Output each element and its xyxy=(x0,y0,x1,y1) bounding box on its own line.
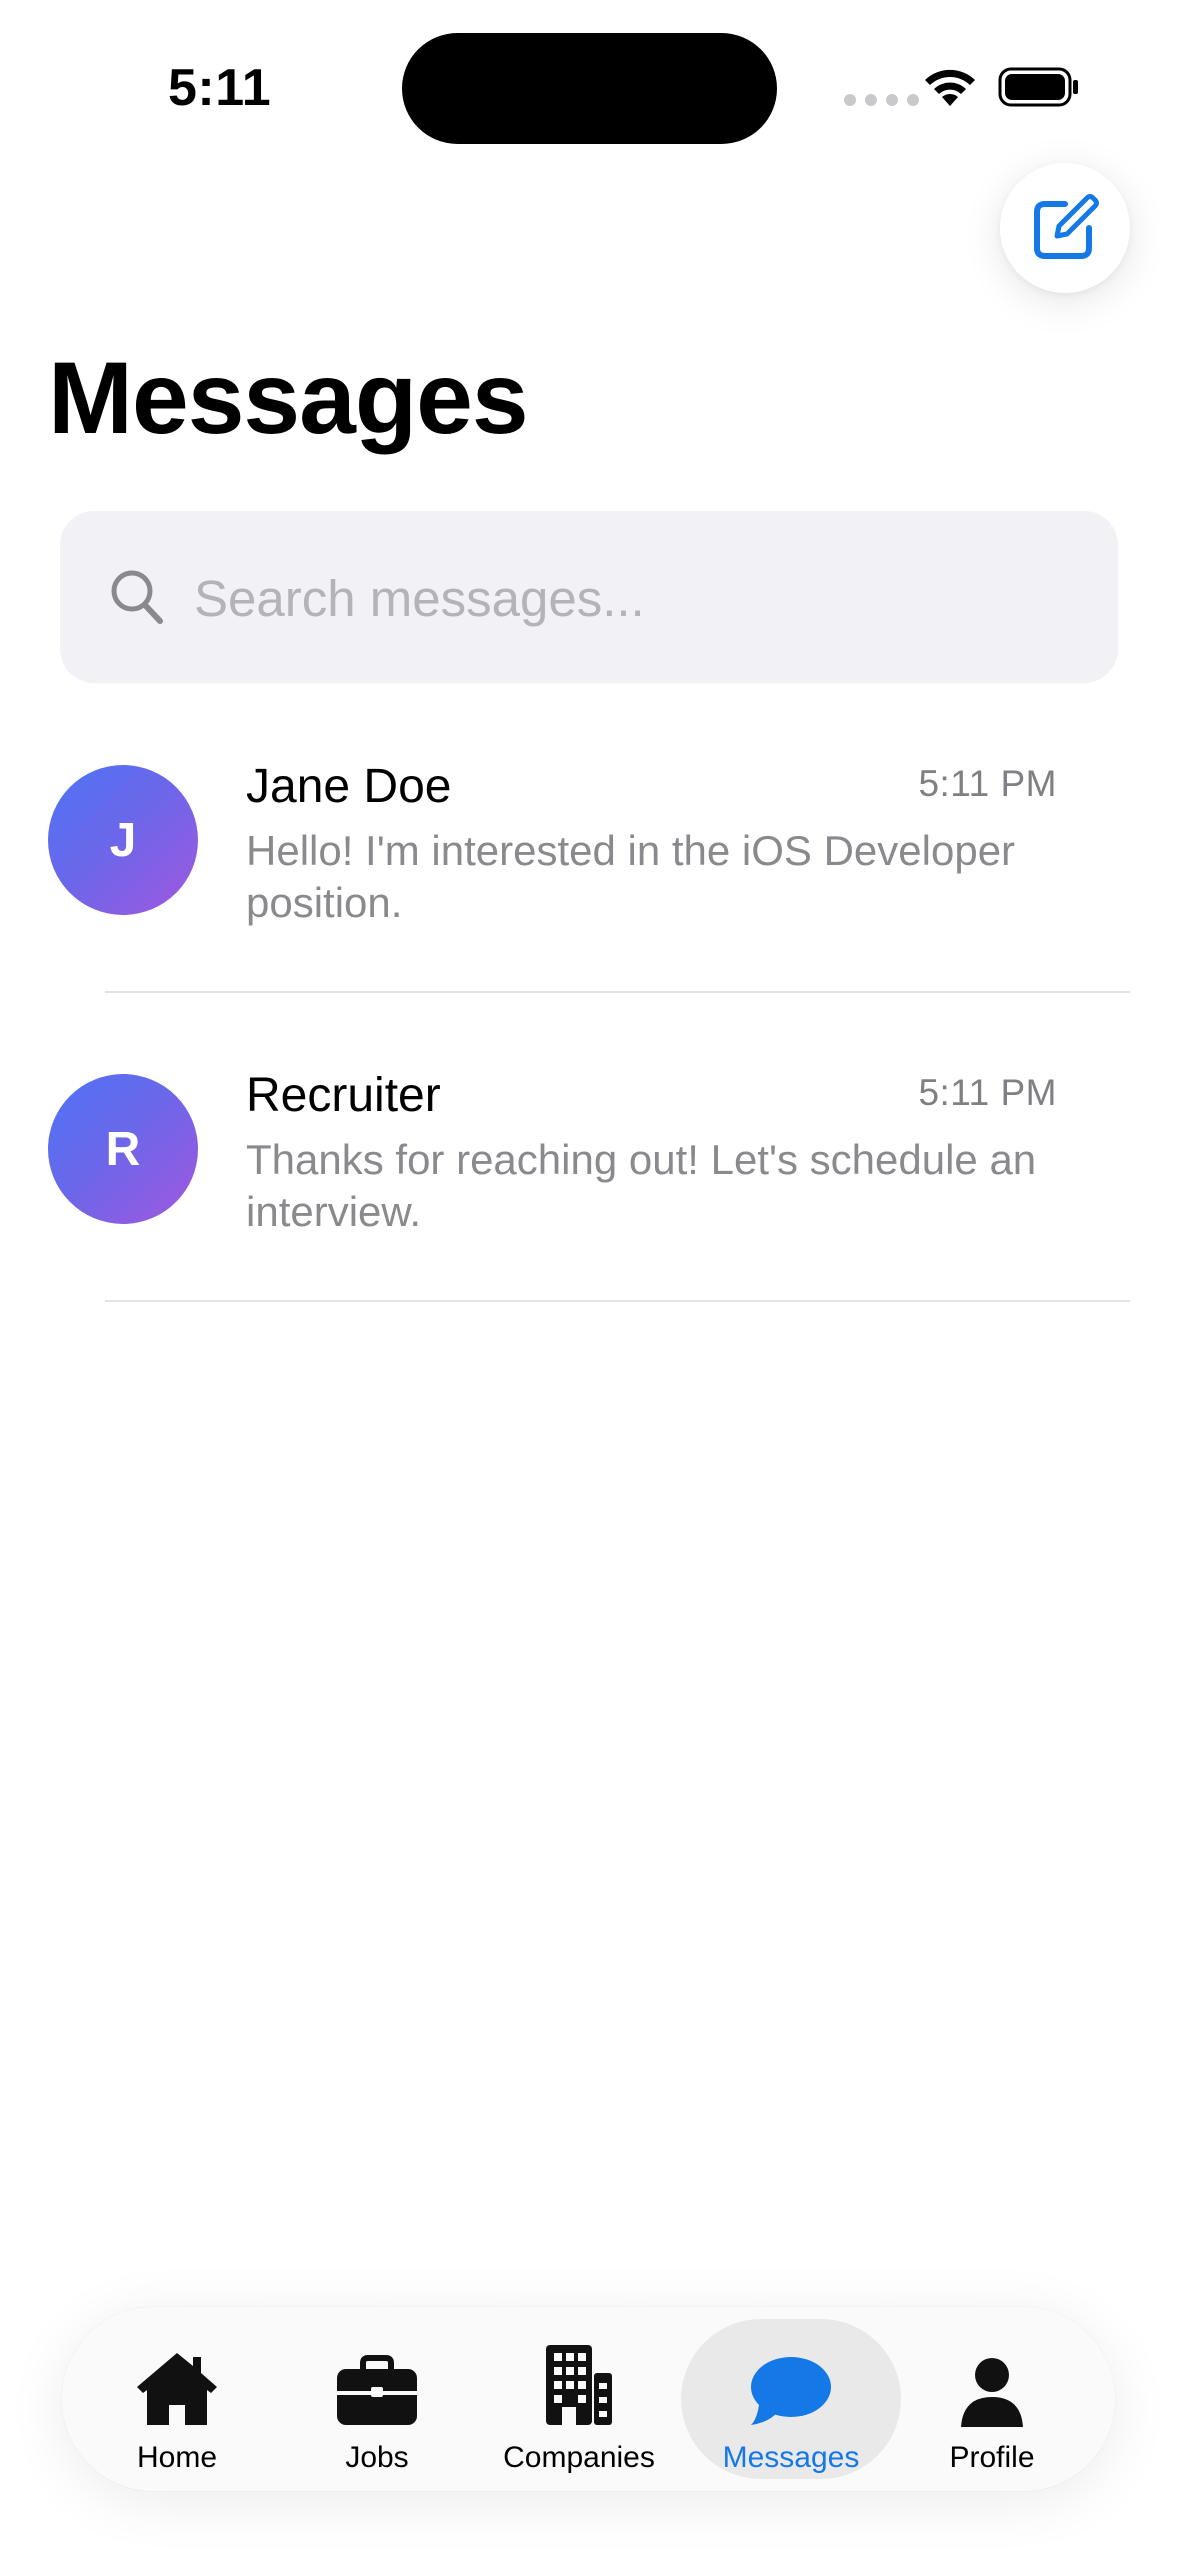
person-icon xyxy=(961,2358,1023,2427)
contact-name: Recruiter xyxy=(246,1069,441,1122)
contact-name: Jane Doe xyxy=(246,760,452,813)
tab-label: Jobs xyxy=(345,2441,409,2474)
divider xyxy=(105,991,1130,993)
tab-messages[interactable]: Messages xyxy=(681,2319,901,2479)
tab-profile[interactable]: Profile xyxy=(882,2319,1102,2479)
dynamic-island xyxy=(402,33,777,144)
cellular-signal-icon xyxy=(844,94,919,106)
tab-label: Home xyxy=(136,2441,218,2474)
tab-jobs[interactable]: Jobs xyxy=(267,2319,487,2479)
message-time: 5:11 PM xyxy=(918,1072,1057,1113)
battery-icon xyxy=(998,67,1078,107)
search-icon xyxy=(111,570,163,624)
compose-icon xyxy=(1034,194,1099,259)
wifi-icon xyxy=(925,69,975,106)
conversation-row[interactable]: R Recruiter 5:11 PM Thanks for reaching … xyxy=(0,1050,1179,1350)
message-preview: Hello! I'm interested in the iOS Develop… xyxy=(246,827,1016,926)
status-time: 5:11 xyxy=(168,59,272,117)
tab-bar: Home Jobs Companies Messages Profile xyxy=(62,2307,1115,2491)
tab-label: Messages xyxy=(722,2441,860,2474)
message-time: 5:11 PM xyxy=(918,763,1057,804)
conversation-row[interactable]: J Jane Doe 5:11 PM Hello! I'm interested… xyxy=(0,741,1179,1041)
briefcase-icon xyxy=(337,2355,417,2425)
avatar: J xyxy=(48,765,198,915)
house-icon xyxy=(137,2353,217,2425)
tab-home[interactable]: Home xyxy=(67,2319,287,2479)
chat-bubble-icon xyxy=(751,2357,831,2425)
tab-label: Profile xyxy=(949,2441,1035,2474)
tab-label: Companies xyxy=(503,2441,655,2474)
message-preview: Thanks for reaching out! Let's schedule … xyxy=(246,1136,1037,1235)
avatar: R xyxy=(48,1074,198,1224)
compose-button[interactable] xyxy=(1000,163,1130,293)
search-input[interactable]: Search messages... xyxy=(194,569,645,628)
building-icon xyxy=(546,2345,612,2425)
search-bar[interactable]: Search messages... xyxy=(60,511,1118,683)
divider xyxy=(105,1300,1130,1302)
page-title: Messages xyxy=(48,341,529,455)
tab-companies[interactable]: Companies xyxy=(469,2319,689,2479)
